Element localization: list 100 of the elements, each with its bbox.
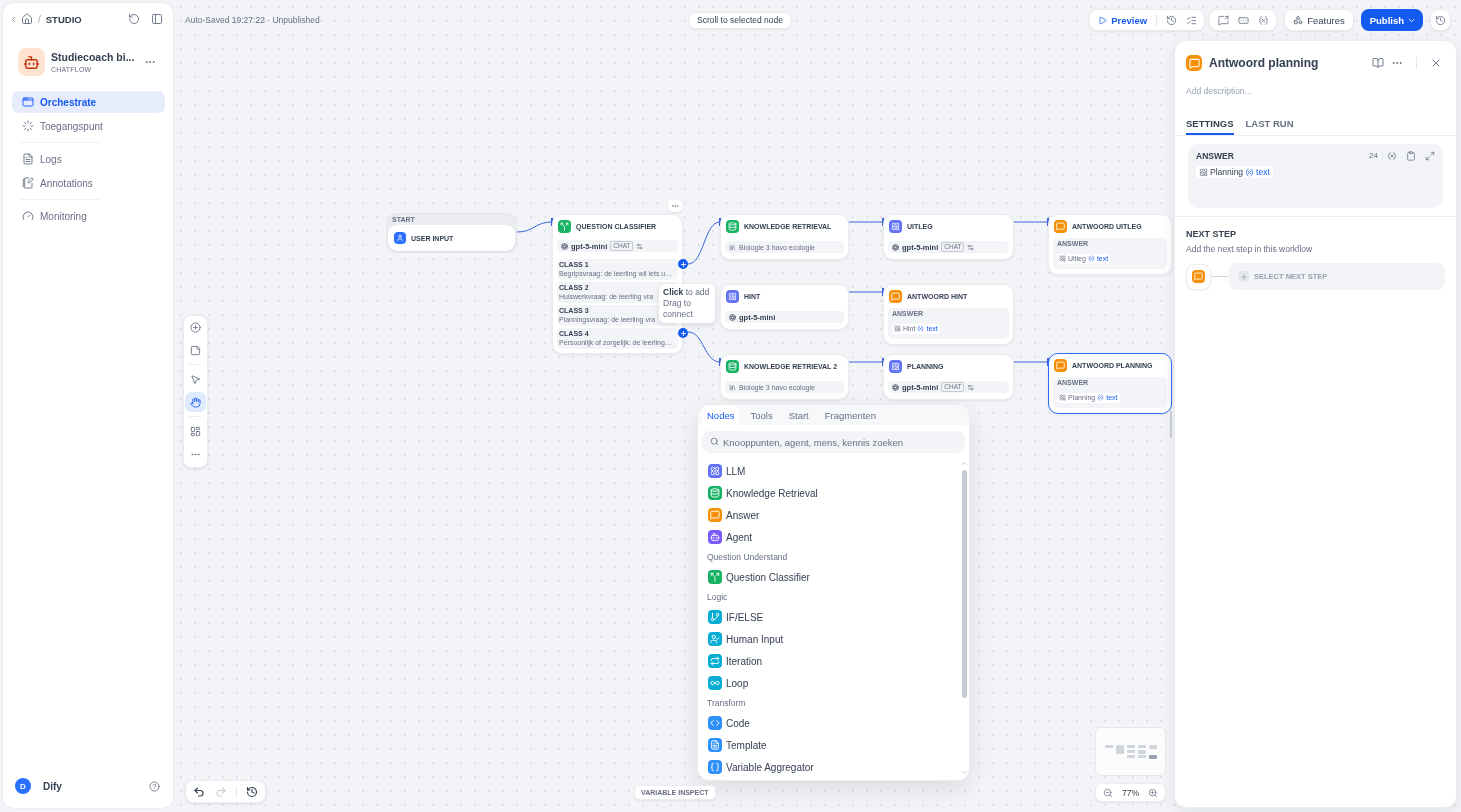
palette-tab[interactable]: Fragmenten bbox=[819, 405, 881, 425]
connection-line bbox=[687, 331, 721, 366]
section-label: Logic bbox=[706, 591, 728, 604]
split-icon bbox=[708, 570, 722, 584]
variable-icon bbox=[1087, 255, 1095, 262]
atom-icon bbox=[894, 325, 901, 332]
expand-icon[interactable] bbox=[1425, 150, 1435, 161]
section-title: NEXT STEP bbox=[1186, 229, 1237, 239]
nav-item[interactable]: Monitoring bbox=[12, 205, 165, 227]
document-icon bbox=[22, 153, 34, 165]
features-button[interactable]: Features bbox=[1284, 9, 1354, 31]
variable-icon bbox=[1245, 167, 1255, 177]
more-icon bbox=[671, 202, 679, 210]
hand-tool-button[interactable] bbox=[185, 392, 206, 412]
node-type-item[interactable]: Loop bbox=[702, 672, 749, 694]
panel-tab[interactable]: LAST RUN bbox=[1245, 111, 1294, 135]
variable-name: text bbox=[1256, 167, 1270, 177]
publish-button[interactable]: Publish bbox=[1360, 9, 1423, 31]
user-avatar[interactable]: D bbox=[15, 778, 31, 794]
rectangle-icon bbox=[1237, 14, 1249, 26]
variable-icon[interactable] bbox=[1387, 150, 1397, 161]
node-type-item[interactable]: Iteration bbox=[702, 650, 763, 672]
help-icon[interactable] bbox=[149, 780, 160, 792]
plus-circle-icon[interactable] bbox=[678, 259, 688, 269]
answer-label: ANSWER bbox=[1196, 150, 1234, 161]
atom-icon bbox=[708, 464, 722, 478]
variable-icon bbox=[1097, 394, 1105, 401]
scrollbar-thumb[interactable] bbox=[962, 470, 967, 698]
search-field[interactable]: Knooppunten, agent, mens, kennis zoeken bbox=[702, 431, 965, 453]
node-type-item[interactable]: Variable Aggregator bbox=[702, 756, 814, 778]
node-type-item[interactable]: Knowledge Retrieval bbox=[702, 482, 818, 504]
breadcrumb-current[interactable]: STUDIO bbox=[45, 13, 82, 25]
panel-tab[interactable]: SETTINGS bbox=[1186, 111, 1234, 135]
palette-tab[interactable]: Start bbox=[783, 405, 814, 425]
variable-source: Planning bbox=[1210, 167, 1244, 177]
nav-item[interactable]: Toegangspunt bbox=[12, 115, 165, 137]
code-icon bbox=[708, 716, 722, 730]
user-check-icon bbox=[708, 632, 722, 646]
message-icon bbox=[1186, 55, 1202, 71]
aperture-icon bbox=[561, 242, 568, 250]
version-history-button[interactable] bbox=[1430, 9, 1451, 31]
zoom-in-icon[interactable] bbox=[1148, 787, 1158, 798]
palette-tab[interactable]: Nodes bbox=[702, 405, 740, 425]
tooltip: Click to add Drag to connect bbox=[659, 284, 715, 323]
braces-icon bbox=[708, 760, 722, 774]
preview-button[interactable]: Preview bbox=[1093, 10, 1153, 30]
node-type-item[interactable]: Template bbox=[702, 734, 767, 756]
node-type-item[interactable]: Agent bbox=[702, 526, 753, 548]
nav-item[interactable]: Annotations bbox=[12, 172, 165, 194]
variable-icon bbox=[917, 325, 925, 332]
message-icon bbox=[1054, 220, 1067, 233]
user-icon bbox=[394, 232, 406, 244]
node-type-item[interactable]: IF/ELSE bbox=[702, 606, 764, 628]
message-icon bbox=[1192, 270, 1205, 283]
node-type-item[interactable]: Question Classifier bbox=[702, 566, 810, 588]
chat-share-icon bbox=[1217, 14, 1229, 26]
more-button[interactable] bbox=[668, 200, 682, 212]
node-type-item[interactable]: Code bbox=[702, 712, 750, 734]
history-icon bbox=[1165, 14, 1177, 26]
clipboard-icon[interactable] bbox=[1406, 150, 1416, 161]
close-icon[interactable] bbox=[1430, 57, 1442, 69]
variable-icon bbox=[1257, 14, 1269, 26]
document-icon bbox=[708, 738, 722, 752]
panel-icon[interactable] bbox=[151, 13, 163, 25]
nav-item[interactable]: Logs bbox=[12, 148, 165, 170]
note-icon bbox=[190, 344, 201, 356]
zoom-level[interactable]: 77% bbox=[1122, 787, 1139, 798]
settings-icon bbox=[967, 243, 975, 251]
app-name: Studiecoach bi... bbox=[51, 51, 135, 63]
history-icon bbox=[1435, 14, 1446, 26]
node-type-item[interactable]: Answer bbox=[702, 504, 760, 526]
books-icon bbox=[729, 383, 736, 391]
book-icon[interactable] bbox=[1372, 57, 1384, 69]
nav-item[interactable]: Orchestrate bbox=[12, 91, 165, 113]
palette-tab[interactable]: Tools bbox=[745, 405, 778, 425]
chevron-up-icon[interactable] bbox=[961, 460, 968, 467]
plus-circle-icon[interactable] bbox=[678, 328, 688, 338]
books-icon bbox=[729, 243, 736, 251]
zoom-out-icon[interactable] bbox=[1103, 787, 1113, 798]
back-icon[interactable] bbox=[9, 14, 18, 24]
scroll-to-node-button[interactable]: Scroll to selected node bbox=[689, 11, 791, 29]
aperture-icon bbox=[729, 313, 736, 321]
panel-title[interactable]: Antwoord planning bbox=[1209, 56, 1319, 70]
hand-icon bbox=[190, 396, 201, 408]
description-field[interactable]: Add description... bbox=[1186, 85, 1445, 97]
resize-handle[interactable] bbox=[1170, 411, 1172, 438]
answer-editor[interactable]: ANSWER 24 Planning text bbox=[1188, 144, 1443, 208]
chevron-down-icon[interactable] bbox=[961, 769, 968, 776]
atom-icon bbox=[889, 220, 902, 233]
home-icon[interactable] bbox=[21, 13, 33, 25]
burst-icon bbox=[22, 120, 34, 132]
refresh-icon[interactable] bbox=[128, 13, 140, 25]
node-type-item[interactable]: Human Input bbox=[702, 628, 784, 650]
section-subtitle: Add the next step in this workflow bbox=[1186, 244, 1314, 254]
atom-icon bbox=[1199, 167, 1208, 177]
split-icon bbox=[558, 220, 571, 233]
gauge-icon bbox=[22, 210, 34, 222]
search-icon bbox=[710, 437, 719, 446]
branch-icon bbox=[708, 610, 722, 624]
node-type-item[interactable]: LLM bbox=[702, 460, 746, 482]
